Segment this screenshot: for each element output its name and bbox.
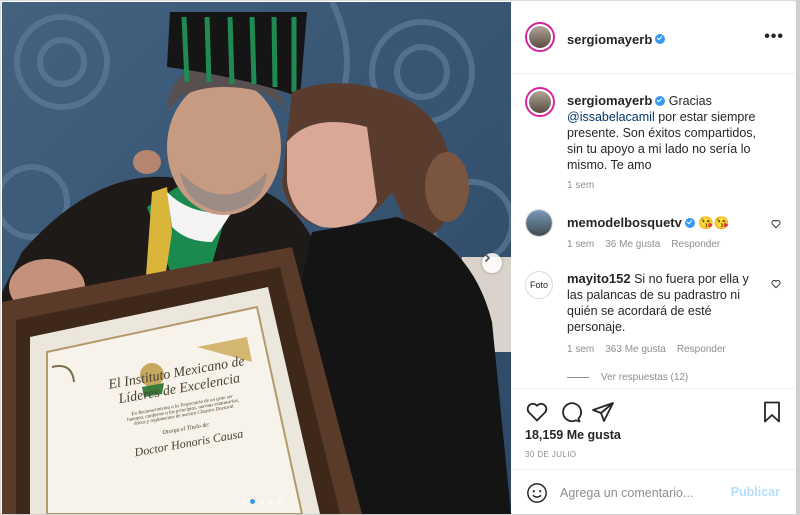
caption-meta: 1 sem xyxy=(567,180,605,191)
caption-text: sergiomayerb Gracias @issabelacamil por … xyxy=(567,93,763,173)
carousel-dot xyxy=(277,499,282,504)
post-card: El Instituto Mexicano de Líderes de Exce… xyxy=(0,0,796,514)
comment-input[interactable] xyxy=(558,482,732,504)
emoji-icon[interactable] xyxy=(526,482,548,504)
carousel-dot xyxy=(241,499,246,504)
author-avatar[interactable] xyxy=(525,22,555,52)
comment-username[interactable]: mayito152 xyxy=(567,271,631,286)
comment-icon[interactable] xyxy=(558,400,582,424)
post-date[interactable]: 30 DE JULIO xyxy=(525,450,577,459)
chevron-right-icon xyxy=(484,253,491,263)
comment-time[interactable]: 1 sem xyxy=(567,344,594,355)
view-replies-button[interactable]: Ver respuestas (12) xyxy=(567,372,688,383)
comment-text: mayito152 Si no fuera por ella y las pal… xyxy=(567,271,763,335)
comments-list[interactable]: sergiomayerb Gracias @issabelacamil por … xyxy=(512,74,796,387)
commenter-avatar[interactable]: Foto xyxy=(525,271,553,299)
comment-meta: 1 sem 363 Me gusta Responder xyxy=(567,344,737,355)
comment-text: memodelbosquetv 😘😘 xyxy=(567,215,763,231)
heart-icon[interactable] xyxy=(525,400,549,424)
bookmark-icon[interactable] xyxy=(760,400,784,424)
post-panel: sergiomayerb ••• sergiomayerb Gracias @i… xyxy=(512,2,796,514)
share-icon[interactable] xyxy=(591,400,615,424)
verified-badge-icon xyxy=(684,217,695,228)
carousel-dots xyxy=(241,499,282,504)
more-options-icon[interactable]: ••• xyxy=(764,28,784,46)
verified-badge-icon xyxy=(655,95,666,106)
caption-avatar[interactable] xyxy=(525,87,555,117)
caption-time[interactable]: 1 sem xyxy=(567,180,594,191)
author-name-row: sergiomayerb xyxy=(567,31,666,49)
post-photo[interactable]: El Instituto Mexicano de Líderes de Exce… xyxy=(2,2,511,514)
comment-body: 😘😘 xyxy=(698,216,730,230)
action-bar xyxy=(512,388,796,455)
commenter-avatar[interactable] xyxy=(525,209,553,237)
caption-mention-link[interactable]: @issabelacamil xyxy=(567,110,655,124)
heart-outline-icon[interactable] xyxy=(771,279,781,289)
reply-button[interactable]: Responder xyxy=(671,239,720,250)
heart-outline-icon[interactable] xyxy=(771,219,781,229)
post-header: sergiomayerb ••• xyxy=(512,2,796,74)
comment-likes[interactable]: 36 Me gusta xyxy=(605,239,660,250)
caption-text-before: Gracias xyxy=(668,94,712,108)
reply-button[interactable]: Responder xyxy=(677,344,726,355)
likes-count[interactable]: 18,159 Me gusta xyxy=(525,428,621,442)
verified-badge-icon xyxy=(655,33,666,44)
carousel-dot xyxy=(250,499,255,504)
avatar-broken-image-text: Foto xyxy=(529,280,548,290)
comment-meta: 1 sem 36 Me gusta Responder xyxy=(567,239,731,250)
caption-username[interactable]: sergiomayerb xyxy=(567,93,652,108)
comment-time[interactable]: 1 sem xyxy=(567,239,594,250)
publish-button[interactable]: Publicar xyxy=(731,485,780,499)
comment-composer: Publicar xyxy=(512,469,796,515)
carousel-dot xyxy=(259,499,264,504)
author-username[interactable]: sergiomayerb xyxy=(567,32,652,47)
carousel-dot xyxy=(268,499,273,504)
next-photo-button[interactable] xyxy=(482,253,502,273)
comment-username[interactable]: memodelbosquetv xyxy=(567,215,682,230)
comment-likes[interactable]: 363 Me gusta xyxy=(605,344,666,355)
